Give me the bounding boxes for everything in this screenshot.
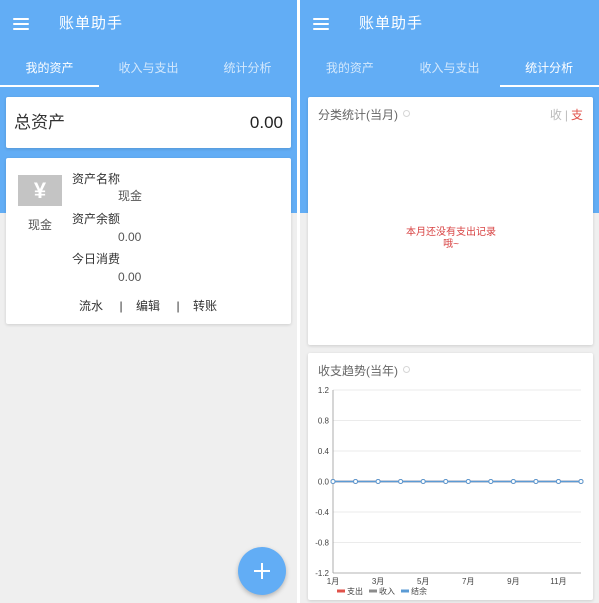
info-icon[interactable] bbox=[403, 110, 410, 117]
legend-swatch bbox=[369, 589, 377, 593]
data-point bbox=[465, 479, 471, 484]
data-point bbox=[420, 479, 426, 484]
trend-title-text: 收支趋势(当年) bbox=[318, 364, 398, 378]
info-icon[interactable] bbox=[403, 366, 410, 373]
tab-bar: 我的资产 收入与支出 统计分析 bbox=[0, 56, 297, 80]
legend-swatch bbox=[337, 589, 345, 593]
tab-statistics[interactable]: 统计分析 bbox=[198, 56, 297, 80]
data-point bbox=[578, 479, 584, 484]
plus-icon bbox=[238, 547, 286, 595]
action-separator: | bbox=[176, 299, 180, 313]
tab-income-expense[interactable]: 收入与支出 bbox=[400, 56, 500, 80]
trend-title: 收支趋势(当年) bbox=[318, 364, 410, 378]
asset-name-label: 资产名称 bbox=[72, 172, 121, 186]
menu-icon[interactable] bbox=[313, 18, 329, 30]
data-point bbox=[510, 479, 516, 484]
toggle-separator: | bbox=[564, 108, 568, 122]
menu-icon[interactable] bbox=[13, 18, 29, 30]
today-spend-value: 0.00 bbox=[118, 270, 142, 284]
category-stats-card: 分类统计(当月) 收 | 支 本月还没有支出记录哦~ bbox=[308, 97, 593, 345]
category-stats-title: 分类统计(当月) bbox=[318, 108, 410, 122]
y-tick-label: -0.4 bbox=[315, 508, 329, 517]
empty-state-message: 本月还没有支出记录哦~ bbox=[406, 227, 496, 250]
today-spend-label: 今日消费 bbox=[72, 252, 121, 266]
asset-name-value: 现金 bbox=[118, 189, 143, 203]
tab-indicator bbox=[0, 85, 99, 87]
total-assets-card: 总资产 0.00 bbox=[6, 97, 291, 148]
total-assets-label: 总资产 bbox=[14, 113, 65, 132]
action-separator: | bbox=[119, 299, 123, 313]
flow-button[interactable]: 流水 bbox=[79, 299, 103, 313]
data-point bbox=[330, 479, 336, 484]
data-point bbox=[353, 479, 359, 484]
edit-button[interactable]: 编辑 bbox=[136, 299, 160, 313]
legend-label: 收入 bbox=[379, 586, 395, 596]
yen-icon: ¥ bbox=[18, 175, 62, 206]
data-point bbox=[533, 479, 539, 484]
app-title: 账单助手 bbox=[359, 15, 424, 32]
tab-income-expense[interactable]: 收入与支出 bbox=[99, 56, 198, 80]
total-assets-value: 0.00 bbox=[249, 113, 283, 132]
trend-line-chart: 1.20.80.40.0-0.4-0.8-1.21月 3月 5月 7月 9月 11月支出收… bbox=[315, 386, 584, 596]
x-tick-label: 3月 bbox=[372, 577, 384, 586]
x-tick-label: 5月 bbox=[417, 577, 429, 586]
income-expense-toggle: 收 | 支 bbox=[550, 108, 583, 122]
asset-type-label: 现金 bbox=[27, 218, 52, 232]
toggle-expense[interactable]: 支 bbox=[571, 108, 583, 122]
legend-label: 结余 bbox=[411, 586, 427, 596]
data-point bbox=[398, 479, 404, 484]
data-point bbox=[375, 479, 381, 484]
y-tick-label: 1.2 bbox=[318, 386, 330, 395]
legend-label: 支出 bbox=[347, 586, 363, 596]
y-tick-label: -0.8 bbox=[315, 539, 329, 548]
x-tick-label: 1月 bbox=[327, 577, 339, 586]
tab-statistics[interactable]: 统计分析 bbox=[499, 56, 599, 80]
x-tick-label: 9月 bbox=[507, 577, 519, 586]
tab-indicator bbox=[500, 85, 599, 87]
y-tick-label: 0.4 bbox=[318, 447, 330, 456]
assets-screen: 账单助手 我的资产 收入与支出 统计分析 总资产 0.00 ¥ 现金 资产名称 … bbox=[0, 0, 297, 603]
data-point bbox=[443, 479, 449, 484]
statistics-screen: 账单助手 我的资产 收入与支出 统计分析 分类统计(当月) 收 | 支 本月还没有支… bbox=[300, 0, 599, 603]
y-tick-label: 0.8 bbox=[318, 417, 330, 426]
add-button[interactable] bbox=[238, 547, 286, 595]
y-tick-label: 0.0 bbox=[318, 478, 330, 487]
category-stats-title-text: 分类统计(当月) bbox=[318, 108, 398, 122]
tab-bar: 我的资产 收入与支出 统计分析 bbox=[300, 56, 599, 80]
asset-balance-label: 资产余额 bbox=[72, 212, 121, 226]
data-point bbox=[555, 479, 561, 484]
asset-balance-value: 0.00 bbox=[118, 230, 142, 244]
toggle-income[interactable]: 收 bbox=[550, 108, 562, 122]
transfer-button[interactable]: 转账 bbox=[193, 299, 217, 313]
asset-card[interactable]: ¥ 现金 资产名称 现金 资产余额 0.00 今日消费 0.00 流水 | 编辑… bbox=[6, 158, 291, 324]
data-point bbox=[488, 479, 494, 484]
x-tick-label: 11月 bbox=[550, 577, 566, 586]
trend-card: 收支趋势(当年) 1.2 0.8 0.4 0.0 -0.4 -0.8 -1.2 1月 3月 5月 7… bbox=[308, 353, 593, 600]
tab-my-assets[interactable]: 我的资产 bbox=[0, 56, 99, 80]
tab-my-assets[interactable]: 我的资产 bbox=[300, 56, 400, 80]
legend-swatch bbox=[401, 589, 409, 593]
app-title: 账单助手 bbox=[59, 15, 124, 32]
x-tick-label: 7月 bbox=[462, 577, 474, 586]
